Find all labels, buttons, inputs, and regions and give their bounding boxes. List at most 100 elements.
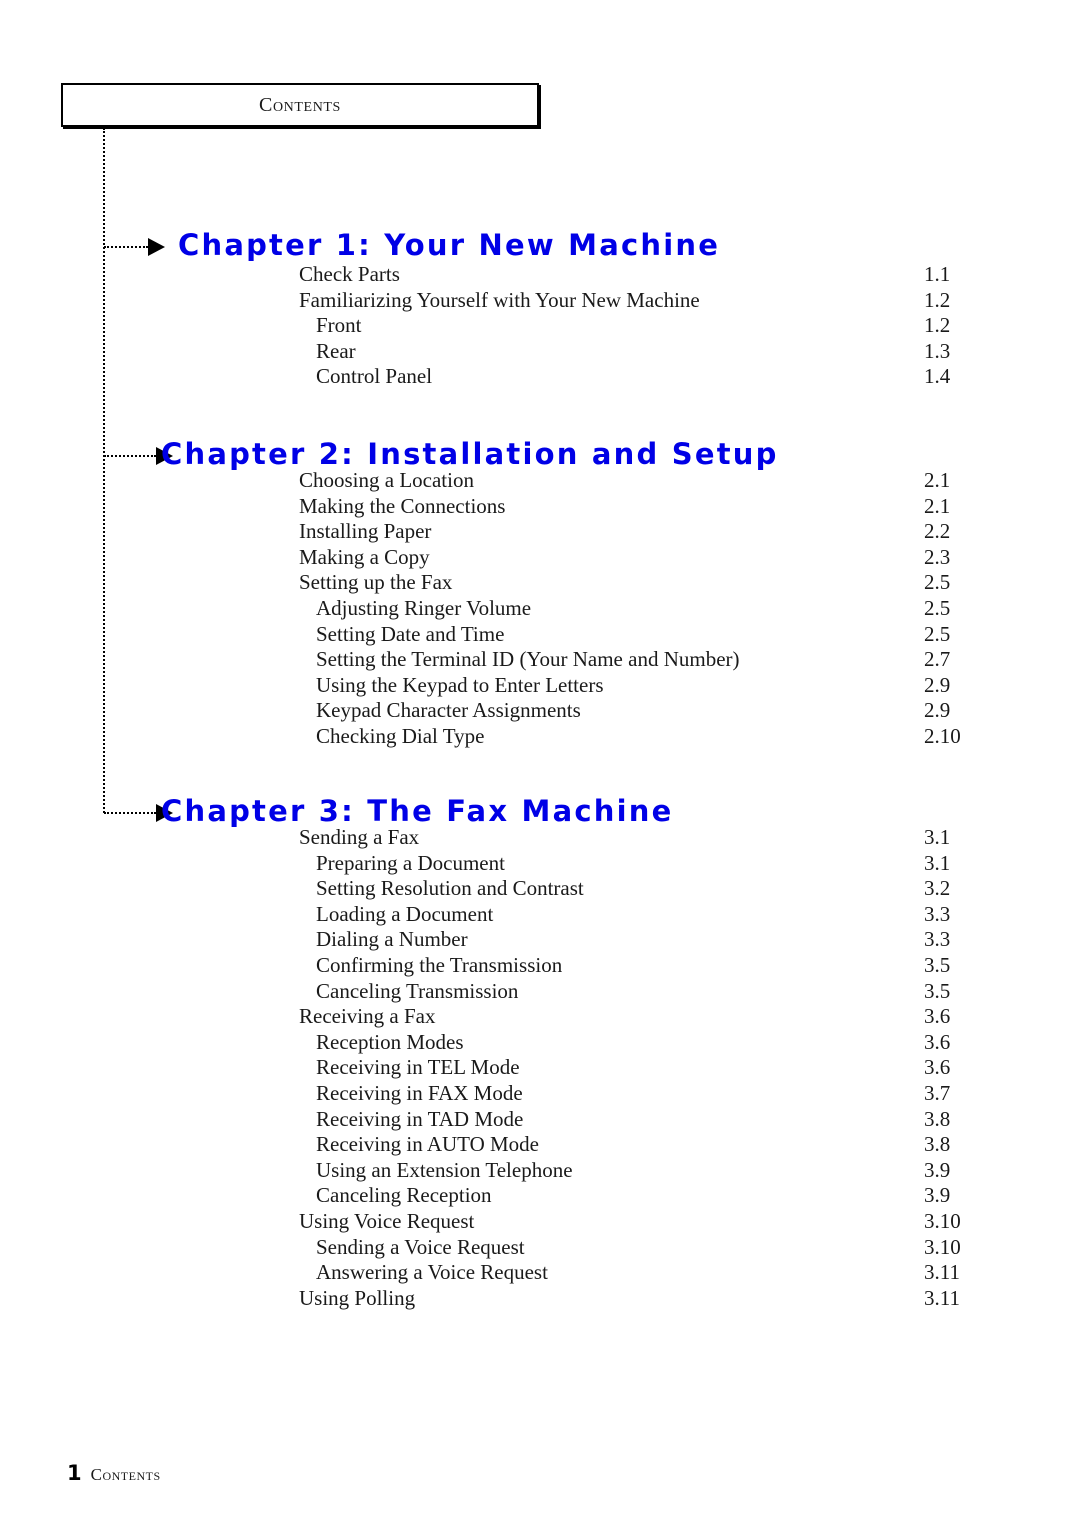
toc-entry[interactable]: Checking Dial Type 2.10 [316,726,961,747]
toc-entry[interactable]: Receiving in AUTO Mode 3.8 [316,1132,950,1157]
toc-entry[interactable]: Rear 1.3 [316,338,950,363]
toc-entry-label: Setting the Terminal ID (Your Name and N… [316,647,740,672]
toc-entry-label: Familiarizing Yourself with Your New Mac… [299,287,700,312]
chapter-heading-1[interactable]: Chapter 1: Your New Machine [178,228,720,262]
arrow-icon-chapter-1 [148,238,165,256]
toc-page: Contents Chapter 1: Your New Machine Chec… [0,0,1080,1537]
toc-entry[interactable]: Using an Extension Telephone 3.9 [316,1157,950,1182]
toc-entry-label: Receiving in TAD Mode [316,1106,524,1131]
toc-entry-page-number: 3.5 [924,953,951,977]
toc-entry-label: Installing Paper [299,519,432,544]
toc-entry-page-number: 3.6 [924,1055,951,1080]
toc-entry[interactable]: Check Parts 1.1 [299,262,950,286]
toc-entry[interactable]: Receiving in TAD Mode 3.8 [316,1106,950,1131]
toc-entry[interactable]: Answering a Voice Request 3.11 [316,1260,960,1285]
toc-entry-label: Making the Connections [299,493,506,518]
toc-entry[interactable]: Making a Copy 2.3 [299,544,950,569]
toc-entry-label: Setting Resolution and Contrast [316,876,584,901]
toc-entry-page-number: 3.11 [924,1260,960,1285]
toc-entry[interactable]: Front 1.2 [316,315,950,336]
dotted-branch-1 [104,246,148,248]
toc-entry[interactable]: Keypad Character Assignments 2.9 [316,698,950,723]
contents-header-box: Contents [61,83,539,127]
toc-entry-label: Confirming the Transmission [316,953,563,977]
toc-entry-page-number: 2.5 [924,596,951,620]
toc-entry-label: Loading a Document [316,901,494,926]
toc-entry-label: Reception Modes [316,1029,464,1054]
toc-entry-page-number: 3.10 [924,1234,961,1259]
toc-entry-page-number: 2.9 [924,672,951,697]
toc-entry-label: Receiving a Fax [299,1004,436,1029]
toc-entry-label: Answering a Voice Request [316,1260,548,1285]
toc-entry[interactable]: Using Polling 3.11 [299,1285,960,1310]
toc-entry-label: Canceling Transmission [316,978,519,1003]
toc-entry[interactable]: Setting Date and Time 2.5 [316,621,950,646]
toc-entry[interactable]: Familiarizing Yourself with Your New Mac… [299,287,950,312]
toc-entry-page-number: 3.6 [924,1004,951,1029]
dotted-branch-2 [104,455,156,457]
toc-entry[interactable]: Setting the Terminal ID (Your Name and N… [316,647,950,672]
toc-entry-label: Using Voice Request [299,1209,475,1233]
toc-entry[interactable]: Using the Keypad to Enter Letters 2.9 [316,672,950,697]
toc-entry[interactable]: Sending a Voice Request 3.10 [316,1234,961,1259]
toc-entry-label: Check Parts [299,262,400,286]
toc-entry[interactable]: Choosing a Location 2.1 [299,468,950,492]
toc-entry[interactable]: Making the Connections 2.1 [299,493,950,518]
toc-entry-page-number: 3.9 [924,1183,951,1208]
toc-entry-page-number: 3.6 [924,1029,951,1054]
toc-entry-label: Sending a Fax [299,825,420,849]
toc-entry-page-number: 3.11 [924,1285,960,1310]
toc-entry[interactable]: Canceling Reception 3.9 [316,1183,950,1208]
toc-entry-label: Sending a Voice Request [316,1234,525,1259]
toc-entry-page-number: 1.1 [924,262,951,286]
chapter-heading-2[interactable]: Chapter 2: Installation and Setup [161,437,779,471]
toc-entry[interactable]: Reception Modes 3.6 [316,1029,950,1054]
toc-entry[interactable]: Sending a Fax 3.1 [299,825,950,849]
toc-entry-label: Receiving in TEL Mode [316,1055,520,1080]
toc-entry-label: Keypad Character Assignments [316,698,581,723]
toc-entry-label: Receiving in FAX Mode [316,1081,523,1105]
toc-entry-label: Making a Copy [299,544,430,569]
toc-entry[interactable]: Preparing a Document 3.1 [316,850,950,875]
toc-entry-page-number: 3.3 [924,927,951,952]
chapter-heading-3[interactable]: Chapter 3: The Fax Machine [161,794,673,828]
dotted-spine [103,128,105,813]
toc-entry[interactable]: Using Voice Request 3.10 [299,1209,961,1233]
toc-entry[interactable]: Setting up the Fax 2.5 [299,570,950,595]
footer-page-number: 1 [67,1461,82,1485]
toc-entry[interactable]: Setting Resolution and Contrast 3.2 [316,876,950,901]
toc-entry-label: Receiving in AUTO Mode [316,1132,540,1157]
toc-entry-label: Setting Date and Time [316,621,505,646]
toc-entry[interactable]: Receiving in FAX Mode 3.7 [316,1081,950,1105]
toc-entry-label: Setting up the Fax [299,570,453,595]
toc-entry-label: Using the Keypad to Enter Letters [316,672,604,697]
toc-entry[interactable]: Canceling Transmission 3.5 [316,978,950,1003]
toc-entry-label: Using Polling [299,1285,416,1310]
toc-entry-page-number: 3.2 [924,876,951,901]
dotted-branch-3 [104,812,156,814]
page-footer: 1 Contents [67,1461,161,1485]
toc-entry-label: Choosing a Location [299,468,474,492]
toc-entry[interactable]: Installing Paper 2.2 [299,519,950,544]
toc-entry-page-number: 2.7 [924,647,951,672]
toc-entry-page-number: 3.9 [924,1157,951,1182]
toc-entry-page-number: 3.3 [924,901,951,926]
toc-entry[interactable]: Receiving in TEL Mode 3.6 [316,1055,950,1080]
toc-entry-page-number: 2.10 [924,724,961,748]
toc-entry-label: Preparing a Document [316,850,505,875]
toc-entry[interactable]: Adjusting Ringer Volume 2.5 [316,596,950,620]
page-title: Contents [259,93,341,116]
toc-entry-label: Rear [316,338,356,363]
toc-entry[interactable]: Loading a Document 3.3 [316,901,950,926]
toc-entry-page-number: 2.1 [924,493,951,518]
toc-entry-label: Canceling Reception [316,1183,492,1208]
toc-entry[interactable]: Receiving a Fax 3.6 [299,1004,950,1029]
toc-entry-page-number: 3.7 [924,1081,951,1105]
toc-entry[interactable]: Dialing a Number 3.3 [316,929,950,950]
toc-entry-page-number: 3.5 [924,978,951,1003]
toc-entry-label: Using an Extension Telephone [316,1157,573,1182]
toc-entry[interactable]: Confirming the Transmission 3.5 [316,953,950,977]
toc-entry[interactable]: Control Panel 1.4 [316,366,950,387]
toc-entry-label: Adjusting Ringer Volume [316,596,532,620]
toc-entry-page-number: 1.2 [924,313,951,338]
